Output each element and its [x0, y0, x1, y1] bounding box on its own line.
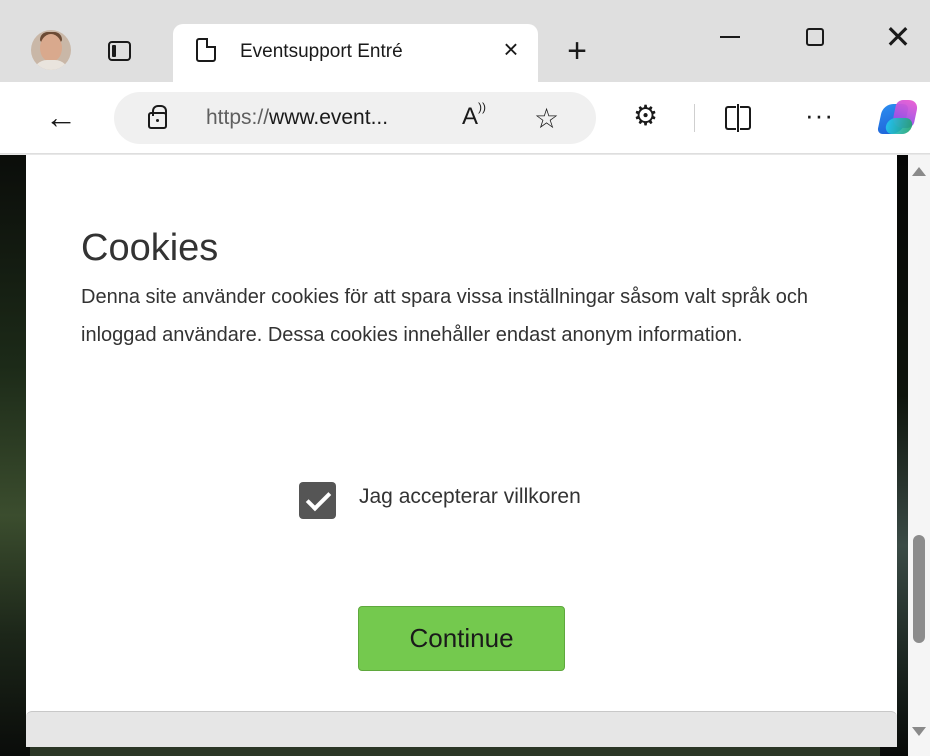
scroll-down-arrow-icon[interactable] — [912, 727, 926, 736]
browser-toolbar: ← https://www.event... A)) ☆ ⚙ ··· — [0, 82, 930, 154]
favorite-star-icon[interactable]: ☆ — [534, 102, 559, 135]
tab-close-icon[interactable]: × — [498, 36, 524, 62]
scrollbar-thumb[interactable] — [913, 535, 925, 643]
cookie-dialog: Cookies Denna site använder cookies för … — [26, 155, 897, 747]
url-text[interactable]: https://www.event... — [206, 106, 388, 130]
browser-tab-strip: Eventsupport Entré × + ✕ — [0, 0, 930, 84]
page-content: Cookies Denna site använder cookies för … — [0, 155, 930, 756]
profile-avatar[interactable] — [31, 30, 71, 70]
window-close-icon[interactable]: ✕ — [883, 21, 913, 53]
extensions-icon[interactable]: ⚙ — [633, 101, 658, 131]
dialog-footer — [26, 711, 897, 747]
read-aloud-icon[interactable]: A)) — [462, 100, 486, 131]
active-tab[interactable]: Eventsupport Entré × — [173, 24, 538, 84]
scroll-up-arrow-icon[interactable] — [912, 167, 926, 176]
split-screen-icon[interactable] — [725, 104, 753, 132]
page-scrollbar[interactable] — [908, 155, 930, 756]
address-bar[interactable]: https://www.event... A)) ☆ — [114, 92, 596, 144]
dialog-title: Cookies — [81, 227, 219, 269]
dialog-body-text: Denna site använder cookies för att spar… — [81, 286, 809, 346]
url-scheme: https:// — [206, 106, 270, 129]
new-tab-button[interactable]: + — [562, 34, 592, 68]
copilot-icon[interactable] — [876, 98, 922, 140]
tab-title: Eventsupport Entré — [240, 41, 403, 62]
back-button[interactable]: ← — [44, 101, 78, 135]
maximize-icon[interactable] — [806, 28, 824, 46]
more-options-button[interactable]: ··· — [805, 100, 834, 130]
page-icon — [196, 38, 216, 62]
toolbar-divider — [694, 104, 695, 132]
accept-terms-checkbox[interactable] — [299, 482, 336, 519]
minimize-icon[interactable] — [718, 27, 742, 47]
lock-icon[interactable] — [148, 105, 167, 129]
tab-actions-icon[interactable] — [108, 41, 131, 61]
continue-button[interactable]: Continue — [358, 606, 565, 671]
url-host: www.event... — [269, 106, 389, 129]
accept-terms-label[interactable]: Jag accepterar villkoren — [359, 485, 581, 509]
